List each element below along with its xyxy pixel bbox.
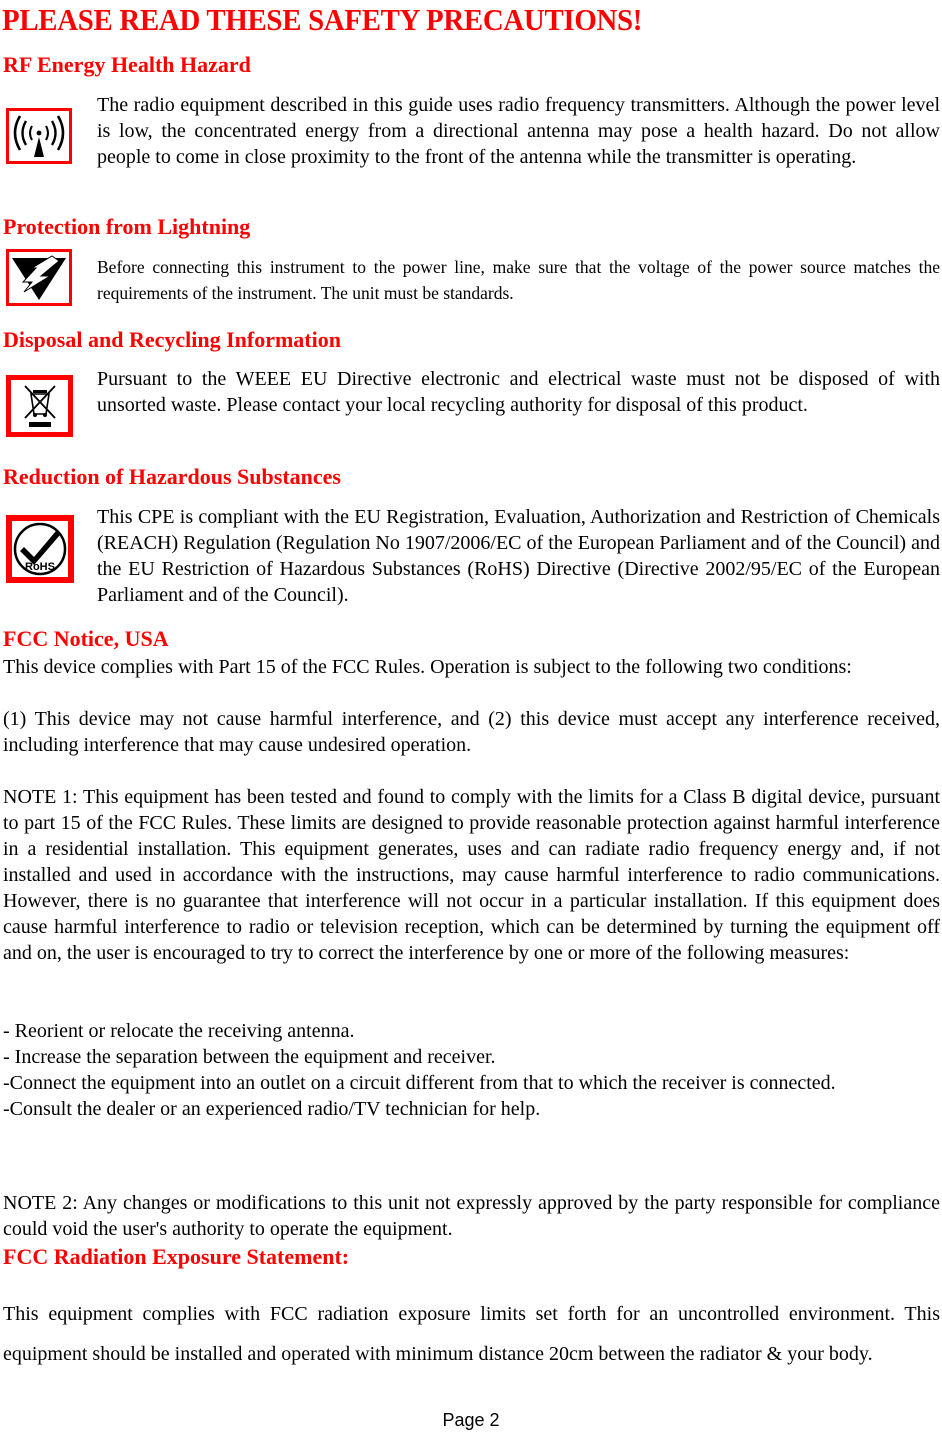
page-title: PLEASE READ THESE SAFETY PRECAUTIONS!: [2, 2, 643, 37]
rohs-check-icon: RoHS: [6, 515, 74, 583]
fcc-notice-heading: FCC Notice, USA: [3, 626, 169, 651]
fcc-note2-text: NOTE 2: Any changes or modifications to …: [3, 1192, 940, 1240]
rohs-heading: Reduction of Hazardous Substances: [3, 464, 341, 489]
measure-item: -Connect the equipment into an outlet on…: [3, 1072, 836, 1094]
rf-radiation-icon: [6, 108, 72, 164]
radiation-exposure-heading: FCC Radiation Exposure Statement:: [3, 1244, 350, 1269]
page-number: Page 2: [442, 1410, 500, 1430]
fcc-intro-text: This device complies with Part 15 of the…: [3, 656, 852, 678]
disposal-heading: Disposal and Recycling Information: [3, 327, 341, 352]
lightning-text: Before connecting this instrument to the…: [97, 257, 940, 303]
fcc-note1-text: NOTE 1: This equipment has been tested a…: [3, 786, 940, 964]
fcc-conditions-text: (1) This device may not cause harmful in…: [3, 708, 940, 756]
measure-item: - Reorient or relocate the receiving ant…: [3, 1020, 355, 1042]
lightning-warning-icon: [6, 249, 72, 306]
fcc-measures-list: - Reorient or relocate the receiving ant…: [3, 1018, 940, 1122]
rf-hazard-text: The radio equipment described in this gu…: [97, 94, 940, 168]
rf-hazard-heading: RF Energy Health Hazard: [3, 52, 251, 77]
radiation-exposure-text: This equipment complies with FCC radiati…: [3, 1303, 940, 1365]
lightning-heading: Protection from Lightning: [3, 214, 251, 239]
measure-item: -Consult the dealer or an experienced ra…: [3, 1098, 541, 1120]
disposal-text: Pursuant to the WEEE EU Directive electr…: [97, 368, 940, 416]
rohs-text: This CPE is compliant with the EU Regist…: [97, 506, 940, 606]
weee-crossed-bin-icon: [6, 375, 73, 437]
measure-item: - Increase the separation between the eq…: [3, 1046, 496, 1068]
rohs-icon-label: RoHS: [25, 561, 55, 573]
